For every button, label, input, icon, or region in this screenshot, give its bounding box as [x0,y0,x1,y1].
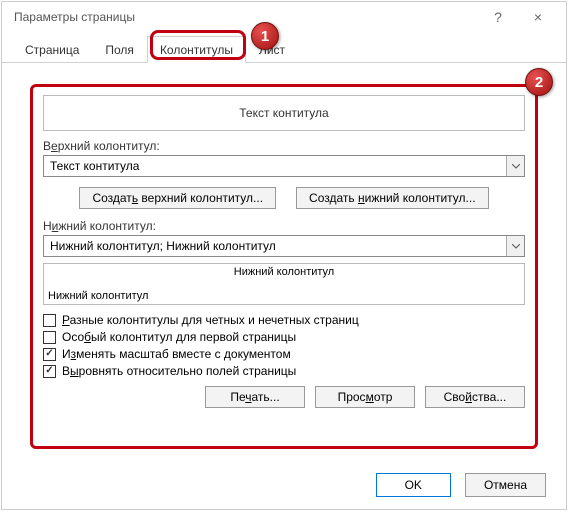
footer-preview-title: Нижний колонтитул [44,266,524,278]
ok-button[interactable]: OK [376,473,451,497]
header-label: Верхний колонтитул: [43,139,525,153]
checkbox-label: Выровнять относительно полей страницы [62,364,296,378]
footer-label: Нижний колонтитул: [43,219,525,233]
titlebar: Параметры страницы ? × [2,2,566,32]
checkbox-icon [43,348,56,361]
checkbox-first-page[interactable]: Особый колонтитул для первой страницы [43,330,525,344]
checkbox-icon [43,365,56,378]
chevron-down-icon[interactable] [506,236,524,256]
checkbox-icon [43,331,56,344]
header-preview-text: Текст контитула [239,106,328,120]
checkbox-label: Изменять масштаб вместе с документом [62,347,291,361]
checkbox-label: Особый колонтитул для первой страницы [62,330,296,344]
footer-combo[interactable]: Нижний колонтитул; Нижний колонтитул [43,235,525,257]
help-icon[interactable]: ? [478,5,518,29]
footer-preview-text: Нижний колонтитул [48,290,148,302]
tab-margins[interactable]: Поля [92,36,147,63]
footer-combo-value: Нижний колонтитул; Нижний колонтитул [44,236,506,256]
checkbox-align[interactable]: Выровнять относительно полей страницы [43,364,525,378]
preview-button[interactable]: Просмотр [315,386,415,408]
checkbox-odd-even[interactable]: Разные колонтитулы для четных и нечетных… [43,313,525,327]
content-panel: Текст контитула Верхний колонтитул: Текс… [30,84,538,449]
chevron-down-icon[interactable] [506,156,524,176]
badge-1: 1 [251,22,279,50]
header-combo[interactable]: Текст контитула [43,155,525,177]
create-footer-button[interactable]: Создать нижний колонтитул... [296,187,488,209]
checkbox-label: Разные колонтитулы для четных и нечетных… [62,313,359,327]
header-preview: Текст контитула [43,95,525,131]
tab-strip: Страница Поля Колонтитулы Лист [2,32,566,63]
create-header-button[interactable]: Создать верхний колонтитул... [79,187,276,209]
checkbox-icon [43,314,56,327]
footer-preview: Нижний колонтитул Нижний колонтитул [43,263,525,305]
properties-button[interactable]: Свойства... [425,386,525,408]
tab-page[interactable]: Страница [12,36,92,63]
badge-2: 2 [525,68,553,96]
print-button[interactable]: Печать... [205,386,305,408]
window-title: Параметры страницы [10,10,478,24]
dialog-footer: OK Отмена [376,473,546,497]
checkbox-scale[interactable]: Изменять масштаб вместе с документом [43,347,525,361]
cancel-button[interactable]: Отмена [465,473,546,497]
header-combo-value: Текст контитула [44,156,506,176]
close-icon[interactable]: × [518,5,558,29]
tab-headers[interactable]: Колонтитулы [147,36,246,63]
